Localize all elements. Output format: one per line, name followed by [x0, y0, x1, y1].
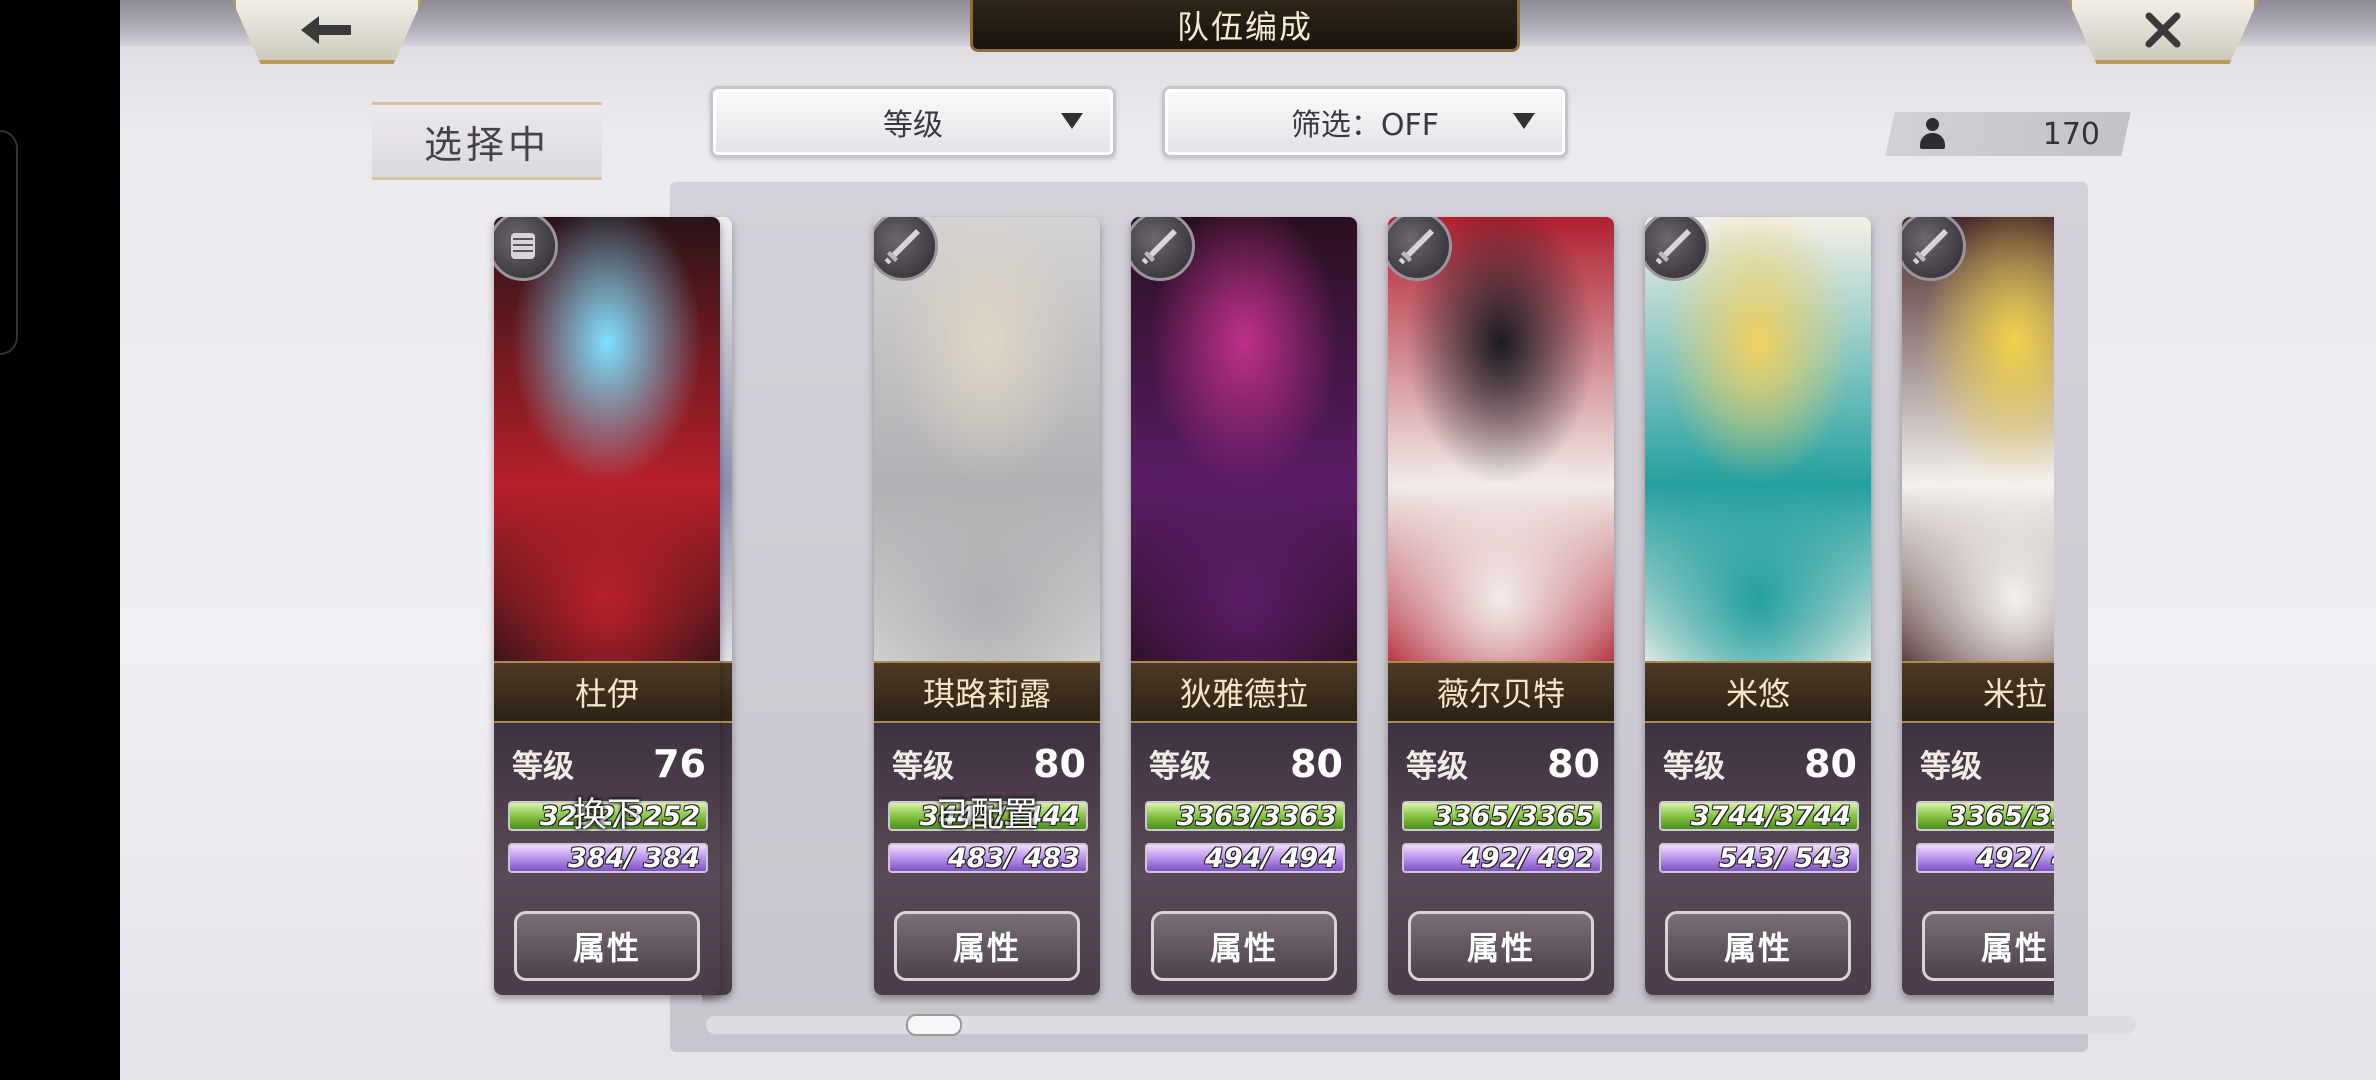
unit-portrait: [1388, 217, 1614, 665]
back-button[interactable]: [232, 0, 422, 64]
hp-bar: 3363/3363: [1145, 801, 1345, 832]
hp-bar: 3744/3744: [1659, 801, 1859, 832]
hp-bar: 3365/3365: [1916, 801, 2054, 832]
unit-name: 薇尔贝特: [1388, 661, 1614, 723]
unit-stats: 等级 80 3363/3363 494/ 494 属性: [1131, 723, 1357, 995]
person-icon: [1918, 118, 1946, 150]
unit-status-overlay: 已配置: [936, 795, 1038, 835]
sort-dropdown-value: 等级: [883, 108, 943, 143]
mp-bar: 483/ 483: [888, 843, 1088, 874]
level-value: 80: [1290, 742, 1343, 786]
unit-card[interactable]: 米悠 等级 80 3744/3744 543/ 543 属性: [1645, 217, 1871, 995]
unit-name: 米拉: [1902, 661, 2054, 723]
level-row: 等级 76: [512, 741, 706, 786]
assigned-dim-overlay: [874, 217, 1100, 665]
level-value: 80: [1033, 742, 1086, 786]
level-label: 等级: [1920, 749, 1982, 785]
unit-name: 狄雅德拉: [1131, 661, 1357, 723]
device-notch: [0, 130, 18, 355]
level-row: 等级 80: [892, 741, 1086, 786]
page-title: 队伍编成: [1176, 7, 1313, 46]
mp-bar: 543/ 543: [1659, 843, 1859, 874]
unit-name: 杜伊: [494, 661, 720, 723]
unit-portrait: [1131, 217, 1357, 665]
mp-bar: 494/ 494: [1145, 843, 1345, 874]
arrow-left-icon: [301, 16, 351, 44]
level-label: 等级: [512, 749, 574, 785]
unit-name: 琪路莉露: [874, 661, 1100, 723]
selected-unit-card[interactable]: 换下 杜伊 等级 76 3252/3252 384/ 384 属性: [494, 217, 720, 995]
attributes-button[interactable]: 属性: [514, 911, 700, 981]
unit-portrait: [494, 217, 720, 665]
unit-count-badge: 170: [1885, 112, 2131, 156]
hp-bar: 3365/3365: [1402, 801, 1602, 832]
selecting-label: 选择中: [372, 102, 602, 180]
unit-name: 米悠: [1645, 661, 1871, 723]
level-label: 等级: [1149, 749, 1211, 785]
close-icon: [2145, 12, 2181, 48]
unit-card[interactable]: 米拉 等级 80 3365/3365 492/ 492 属性: [1902, 217, 2054, 995]
level-value: 80: [1804, 742, 1857, 786]
attributes-button[interactable]: 属性: [1665, 911, 1851, 981]
unit-portrait: [1645, 217, 1871, 665]
level-label: 等级: [1406, 749, 1468, 785]
attributes-button[interactable]: 属性: [1922, 911, 2054, 981]
level-row: 等级 80: [1920, 741, 2054, 786]
unit-stats: 等级 80 3365/3365 492/ 492 属性: [1902, 723, 2054, 995]
device-left-bezel: [0, 0, 120, 1080]
team-formation-screen: 队伍编成 选择中 等级 筛选：OFF 170 等级 属性 已配置 琪路莉露: [120, 0, 2376, 1080]
close-button[interactable]: [2068, 0, 2258, 64]
level-value: 76: [653, 742, 706, 786]
unit-count-value: 170: [2042, 116, 2100, 152]
unit-card[interactable]: 狄雅德拉 等级 80 3363/3363 494/ 494 属性: [1131, 217, 1357, 995]
level-row: 等级 80: [1663, 741, 1857, 786]
unit-stats: 等级 76 3252/3252 384/ 384 属性: [494, 723, 720, 995]
roster-list[interactable]: 等级 属性 已配置 琪路莉露 等级 80 3444/3444 483/ 483 属…: [702, 215, 2054, 1005]
unit-card[interactable]: 薇尔贝特 等级 80 3365/3365 492/ 492 属性: [1388, 217, 1614, 995]
unit-stats: 等级 80 3744/3744 543/ 543 属性: [1645, 723, 1871, 995]
title-plate: 队伍编成: [970, 0, 1520, 52]
filter-dropdown[interactable]: 筛选：OFF: [1162, 86, 1568, 158]
unit-stats: 等级 80 3444/3444 483/ 483 属性: [874, 723, 1100, 995]
chevron-down-icon: [1513, 113, 1535, 129]
level-value: 80: [1547, 742, 1600, 786]
mp-bar: 492/ 492: [1402, 843, 1602, 874]
level-label: 等级: [892, 749, 954, 785]
level-row: 等级 80: [1406, 741, 1600, 786]
attributes-button[interactable]: 属性: [1151, 911, 1337, 981]
roster-scrollbar-thumb[interactable]: [906, 1014, 962, 1036]
chevron-down-icon: [1061, 113, 1083, 129]
unit-stats: 等级 80 3365/3365 492/ 492 属性: [1388, 723, 1614, 995]
mp-bar: 492/ 492: [1916, 843, 2054, 874]
attributes-button[interactable]: 属性: [894, 911, 1080, 981]
mp-bar: 384/ 384: [508, 843, 708, 874]
unit-status-overlay: 换下: [573, 795, 641, 835]
filter-dropdown-value: 筛选：OFF: [1290, 108, 1440, 143]
level-row: 等级 80: [1149, 741, 1343, 786]
attributes-button[interactable]: 属性: [1408, 911, 1594, 981]
unit-card[interactable]: 已配置 琪路莉露 等级 80 3444/3444 483/ 483 属性: [874, 217, 1100, 995]
level-label: 等级: [1663, 749, 1725, 785]
sort-dropdown[interactable]: 等级: [710, 86, 1116, 158]
unit-portrait: [1902, 217, 2054, 665]
